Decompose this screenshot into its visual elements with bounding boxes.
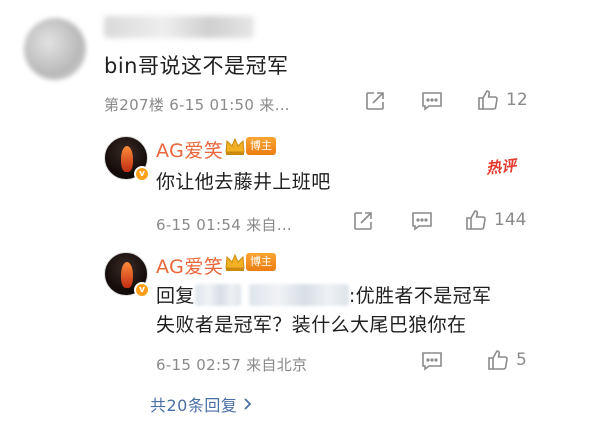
comment-button[interactable] [420,90,444,112]
like-count: 144 [494,210,527,230]
share-button[interactable] [364,90,386,112]
reply-author-name[interactable]: AG爱笑 [156,136,223,163]
like-icon [466,210,486,230]
avatar-flame [121,146,133,172]
commenter-avatar[interactable] [24,18,86,80]
blogger-badge: 博主 [246,137,276,155]
chevron-right-icon [244,398,252,410]
verified-icon: v [134,282,150,298]
share-icon [354,212,372,230]
reply-text-line1: 回复 :优胜者不是冠军 [156,282,491,311]
comment-icon [422,92,442,111]
like-button[interactable]: 12 [476,88,528,112]
crown-icon [225,137,245,155]
share-icon [366,92,384,110]
comment-text: bin哥说这不是冠军 [104,54,289,78]
comment-meta: 第207楼 6-15 01:50 来… [104,96,290,114]
like-icon [488,350,508,370]
comment-button[interactable] [420,350,444,372]
avatar-flame [121,262,133,288]
like-icon [478,90,498,110]
reply-prefix: 回复 [156,285,195,307]
comment-icon [422,352,442,371]
reply-text: 你让他去藤井上班吧 [156,171,331,193]
redacted-mention[interactable] [248,284,349,306]
like-button[interactable]: 144 [464,208,526,232]
reply-text-content: :优胜者不是冠军 [348,285,492,307]
reply-text-line2: 失败者是冠军？装什么大尾巴狼你在 [156,314,467,336]
comment-button[interactable] [410,210,434,232]
more-replies-label: 共20条回复 [150,396,238,415]
hot-comment-tag: 热评 [485,156,517,178]
comment-icon [412,212,432,231]
crown-icon [225,253,245,271]
reply-author-name[interactable]: AG爱笑 [156,252,223,279]
view-more-replies-link[interactable]: 共20条回复 [150,392,253,416]
blogger-badge: 博主 [246,253,276,271]
verified-icon: v [134,166,150,182]
share-button[interactable] [352,210,374,232]
reply-meta: 6-15 02:57 来自北京 [156,356,308,374]
reply-meta: 6-15 01:54 来自… [156,216,293,234]
like-count: 12 [506,90,528,110]
commenter-name-blurred[interactable] [104,16,254,38]
like-count: 5 [516,350,527,370]
like-button[interactable]: 5 [486,348,527,372]
redacted-mention[interactable] [194,284,241,306]
